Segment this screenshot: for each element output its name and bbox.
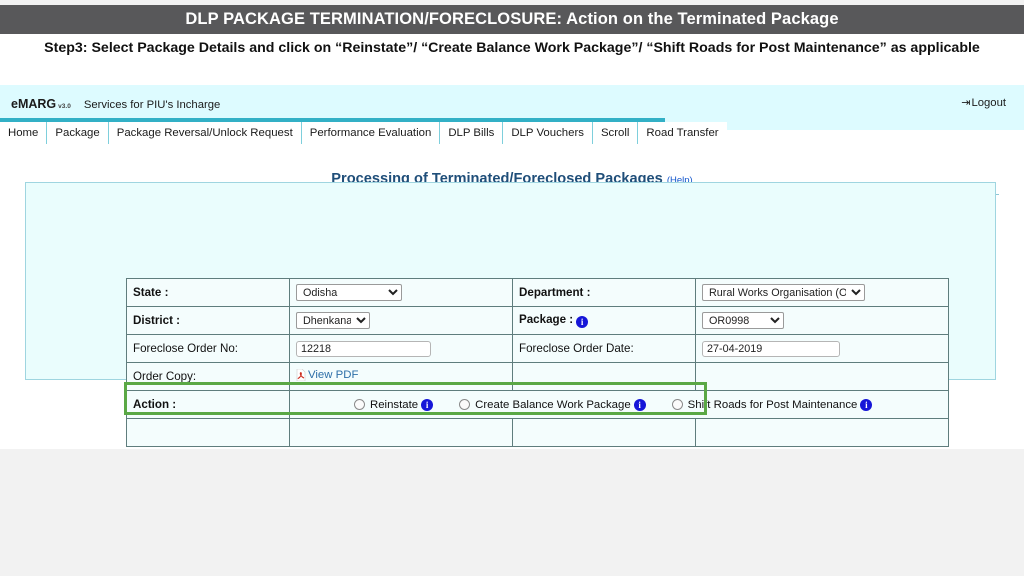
action-label: Action : (126, 390, 290, 419)
brand-version: v3.0 (58, 103, 71, 110)
table-row-state-department: State : Odisha Department : Rural Works … (126, 278, 949, 307)
radio-option-label: Shift Roads for Post Maintenance (687, 398, 858, 411)
action-options-cell: Reinstate i Create Balance Work Package … (289, 390, 949, 419)
nav-item-package-reversal-unlock-request[interactable]: Package Reversal/Unlock Request (108, 122, 302, 144)
state-field-cell: Odisha (289, 278, 513, 307)
foreclose-order-date-cell (695, 334, 949, 363)
nav-item-home[interactable]: Home (0, 122, 48, 144)
order-copy-spacer-label (512, 362, 696, 391)
nav-item-performance-evaluation[interactable]: Performance Evaluation (301, 122, 441, 144)
action-radio-group: Reinstate i Create Balance Work Package … (296, 398, 942, 411)
nav-tabs: Home Package Package Reversal/Unlock Req… (0, 122, 727, 144)
foreclose-order-no-cell (289, 334, 513, 363)
radio-icon[interactable] (354, 399, 365, 410)
logout-button[interactable]: ⇥ Logout (961, 97, 1006, 109)
nav-item-label: Scroll (600, 127, 630, 139)
slide-title-bar: DLP PACKAGE TERMINATION/FORECLOSURE: Act… (0, 5, 1024, 34)
district-select[interactable]: Dhenkanal (296, 312, 370, 329)
table-row-foreclose-order: Foreclose Order No: Foreclose Order Date… (126, 334, 949, 363)
order-copy-spacer-field (695, 362, 949, 391)
nav-item-road-transfer[interactable]: Road Transfer (638, 122, 727, 144)
footer-cell-1 (126, 418, 290, 447)
radio-option-label: Create Balance Work Package (475, 398, 631, 411)
order-copy-cell: View PDF (289, 362, 513, 391)
table-row-action: Action : Reinstate i Create Balance Work… (126, 390, 949, 419)
info-icon[interactable]: i (576, 316, 589, 328)
nav-item-label: DLP Bills (448, 127, 495, 139)
foreclose-order-no-input[interactable] (296, 340, 431, 357)
state-select[interactable]: Odisha (296, 284, 402, 301)
nav-item-label: Road Transfer (646, 127, 719, 139)
footer-cell-4 (695, 418, 949, 447)
brand-name: eMARG (11, 97, 57, 111)
slide-subtitle: Step3: Select Package Details and click … (44, 40, 980, 56)
radio-option-create-balance-work-package[interactable]: Create Balance Work Package i (459, 398, 646, 411)
package-label: Package : (519, 313, 574, 326)
pdf-icon (296, 369, 306, 381)
package-label-cell: Package :i (512, 306, 696, 335)
package-field-cell: OR0998 (695, 306, 949, 335)
view-pdf-link[interactable]: View PDF (296, 369, 358, 381)
web-page: eMARG v3.0 Services for PIU's Incharge ⇥… (0, 62, 1024, 449)
nav-item-package[interactable]: Package (47, 122, 109, 144)
package-details-table: State : Odisha Department : Rural Works … (126, 278, 949, 447)
nav-item-label: Home (8, 127, 39, 139)
district-label: District : (126, 306, 290, 335)
table-row-footer (126, 418, 949, 447)
main-navigation: Home Package Package Reversal/Unlock Req… (0, 118, 727, 144)
table-row-order-copy: Order Copy: View PDF (126, 362, 949, 391)
radio-option-reinstate[interactable]: Reinstate i (354, 398, 434, 411)
nav-item-dlp-bills[interactable]: DLP Bills (440, 122, 504, 144)
footer-cell-2 (289, 418, 513, 447)
radio-option-label: Reinstate (370, 398, 419, 411)
radio-option-shift-roads-for-post-maintenance[interactable]: Shift Roads for Post Maintenance i (671, 398, 873, 411)
radio-icon[interactable] (459, 399, 471, 410)
package-select[interactable]: OR0998 (702, 312, 784, 329)
slide-subtitle-bar: Step3: Select Package Details and click … (0, 34, 1024, 62)
foreclose-order-no-label: Foreclose Order No: (126, 334, 290, 363)
nav-item-label: Performance Evaluation (309, 127, 432, 139)
foreclose-order-date-label: Foreclose Order Date: (512, 334, 696, 363)
brand-logo: eMARG v3.0 Services for PIU's Incharge (11, 97, 220, 111)
slide-background-bottom (0, 449, 1024, 576)
foreclose-order-date-input[interactable] (702, 340, 840, 357)
state-label: State : (126, 278, 290, 307)
footer-cell-3 (512, 418, 696, 447)
nav-item-label: Package Reversal/Unlock Request (116, 127, 293, 139)
nav-item-label: Package (55, 127, 100, 139)
department-label: Department : (512, 278, 696, 307)
nav-item-scroll[interactable]: Scroll (592, 122, 639, 144)
radio-icon[interactable] (671, 399, 683, 410)
logout-icon: ⇥ (961, 96, 971, 109)
logout-label: Logout (971, 97, 1006, 109)
district-field-cell: Dhenkanal (289, 306, 513, 335)
view-pdf-label: View PDF (308, 369, 359, 381)
info-icon[interactable]: i (633, 398, 646, 411)
slide-title: DLP PACKAGE TERMINATION/FORECLOSURE: Act… (185, 10, 839, 28)
brand-tagline: Services for PIU's Incharge (83, 99, 221, 111)
nav-item-label: DLP Vouchers (511, 127, 584, 139)
department-select[interactable]: Rural Works Organisation (Odisha) (702, 284, 865, 301)
info-icon[interactable]: i (421, 398, 434, 411)
table-row-district-package: District : Dhenkanal Package :i OR0998 (126, 306, 949, 335)
department-field-cell: Rural Works Organisation (Odisha) (695, 278, 949, 307)
nav-item-dlp-vouchers[interactable]: DLP Vouchers (503, 122, 593, 144)
order-copy-label: Order Copy: (126, 362, 290, 391)
info-icon[interactable]: i (860, 398, 873, 411)
